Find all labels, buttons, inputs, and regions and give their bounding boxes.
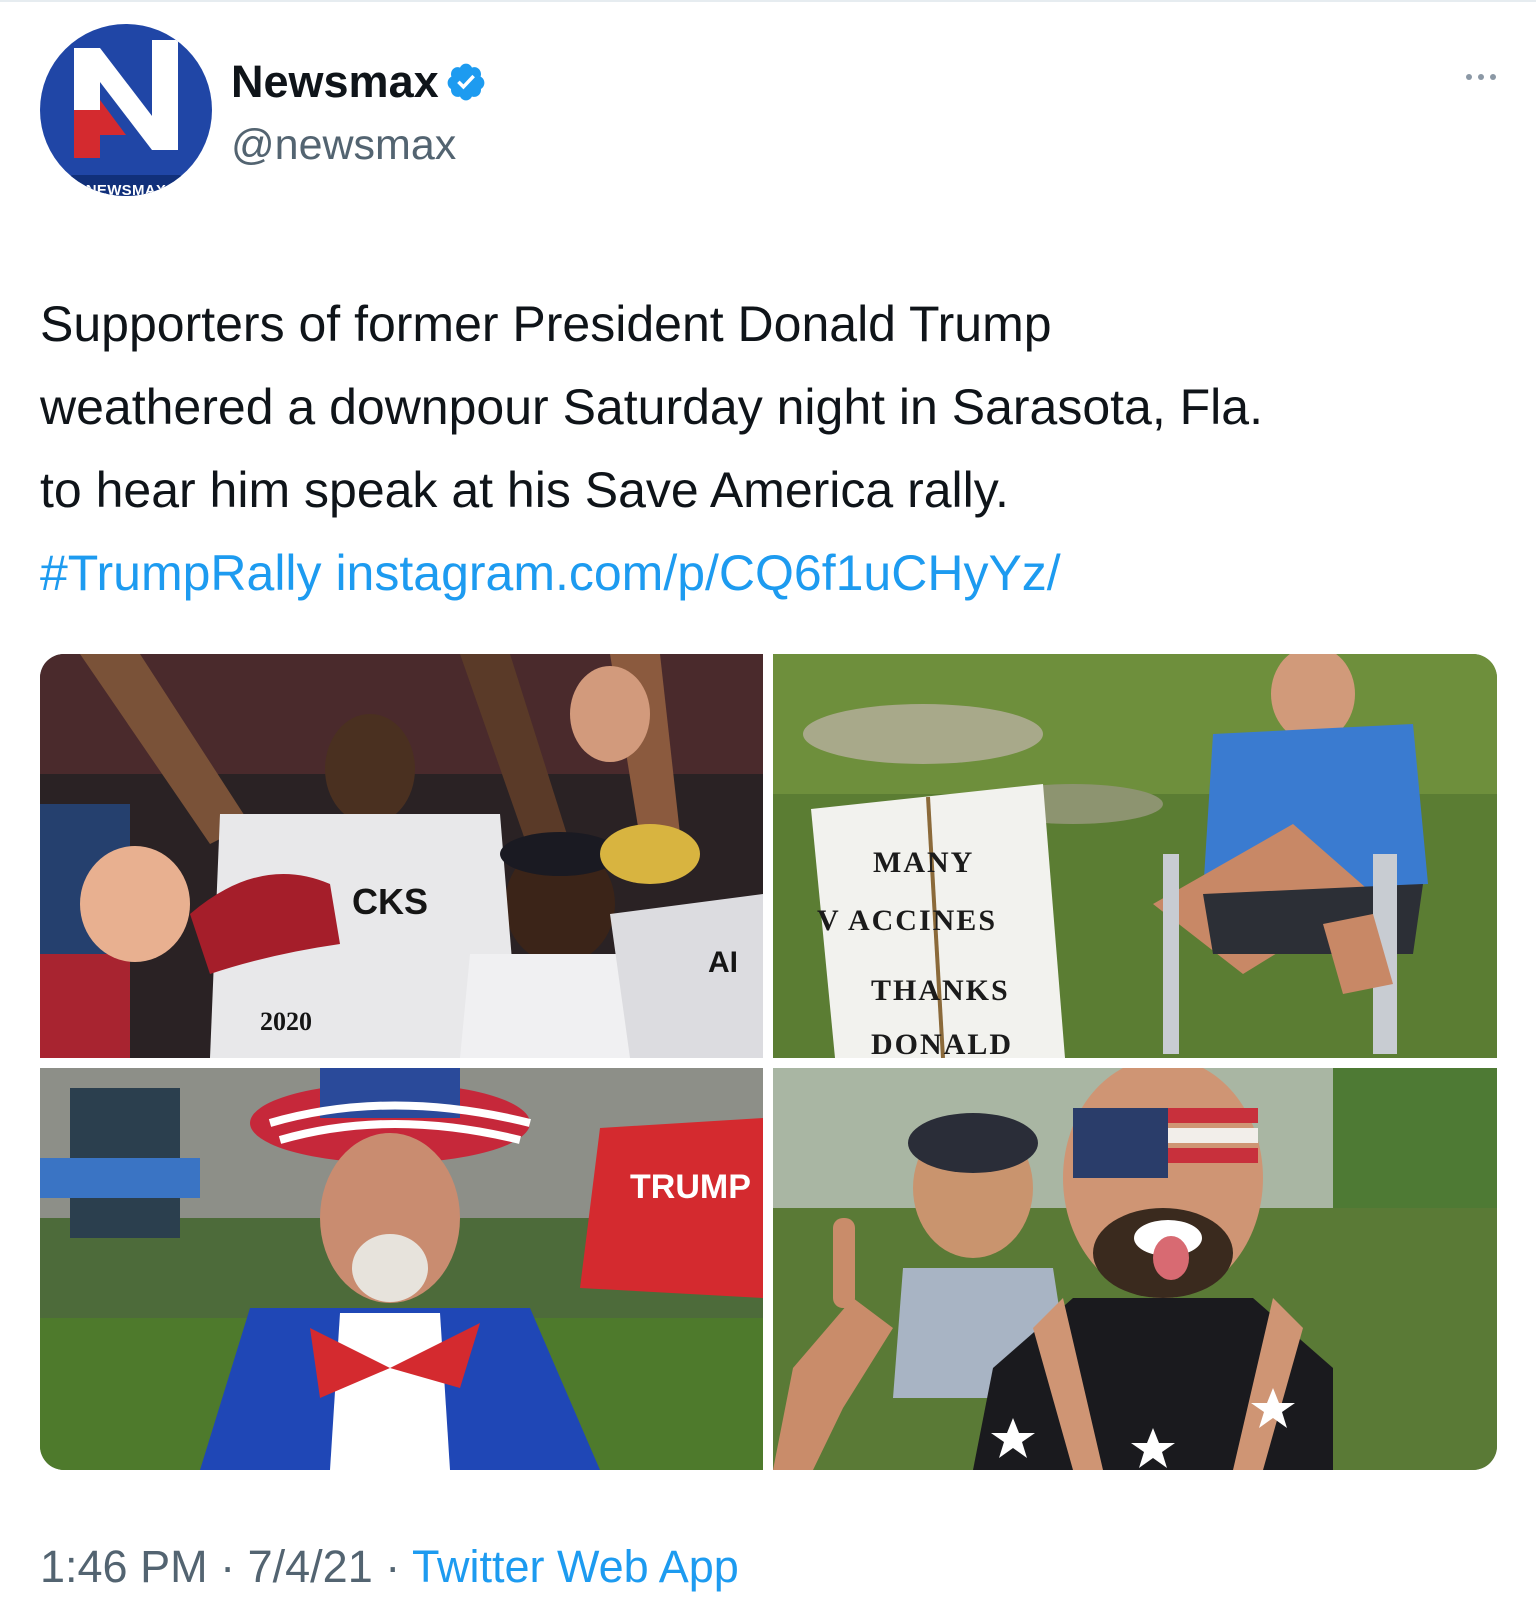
display-name-row[interactable]: Newsmax bbox=[231, 56, 487, 108]
sign-text: DONALD bbox=[871, 1028, 1013, 1058]
user-handle[interactable]: @newsmax bbox=[231, 120, 456, 170]
photo-uncle-sam[interactable]: TRUMP bbox=[40, 1068, 763, 1470]
photo-crowd-cheering[interactable]: CKS 2020 AI bbox=[40, 654, 763, 1058]
tweet-links-line: #TrumpRally instagram.com/p/CQ6f1uCHyYz/ bbox=[40, 532, 1500, 615]
avatar[interactable]: NEWSMAX bbox=[40, 24, 212, 196]
sign-text: V ACCINES bbox=[817, 904, 997, 937]
newsmax-logo-icon bbox=[74, 40, 178, 158]
instagram-link[interactable]: instagram.com/p/CQ6f1uCHyYz/ bbox=[335, 545, 1060, 601]
tweet-date[interactable]: 7/4/21 bbox=[248, 1541, 373, 1592]
shirt-text: CKS bbox=[352, 881, 428, 922]
shirt-text: TRUMP bbox=[630, 1168, 751, 1206]
hashtag-link[interactable]: #TrumpRally bbox=[40, 545, 322, 601]
tweet-text: Supporters of former President Donald Tr… bbox=[40, 283, 1500, 615]
crowd-photo-illustration: CKS 2020 AI bbox=[40, 654, 763, 1058]
shirt-text: AI bbox=[708, 946, 738, 979]
meta-separator: · bbox=[385, 1541, 401, 1592]
photo-man-with-sign[interactable]: MANY V ACCINES THANKS DONALD bbox=[773, 654, 1497, 1058]
display-name[interactable]: Newsmax bbox=[231, 56, 439, 108]
media-grid: CKS 2020 AI MANY V ACCINES THANKS DONALD bbox=[40, 654, 1497, 1470]
sign-photo-illustration: MANY V ACCINES THANKS DONALD bbox=[773, 654, 1497, 1058]
tweet-meta: 1:46 PM · 7/4/21 · Twitter Web App bbox=[40, 1540, 739, 1594]
sign-text: THANKS bbox=[871, 974, 1010, 1007]
tweet-source-link[interactable]: Twitter Web App bbox=[412, 1541, 739, 1592]
avatar-badge: NEWSMAX bbox=[70, 175, 182, 196]
more-options-icon[interactable] bbox=[1463, 67, 1499, 87]
uncle-sam-photo-illustration: TRUMP bbox=[40, 1068, 763, 1470]
photo-face-paint[interactable] bbox=[773, 1068, 1497, 1470]
tweet-text-line: to hear him speak at his Save America ra… bbox=[40, 462, 1009, 518]
tweet-text-line: weathered a downpour Saturday night in S… bbox=[40, 379, 1263, 435]
shirt-text: 2020 bbox=[260, 1007, 312, 1036]
tweet-time[interactable]: 1:46 PM bbox=[40, 1541, 208, 1592]
meta-separator: · bbox=[220, 1541, 236, 1592]
sign-text: MANY bbox=[873, 846, 974, 879]
face-paint-photo-illustration bbox=[773, 1068, 1497, 1470]
top-divider bbox=[0, 0, 1536, 2]
verified-badge-icon bbox=[447, 63, 484, 101]
tweet-text-line: Supporters of former President Donald Tr… bbox=[40, 296, 1052, 352]
